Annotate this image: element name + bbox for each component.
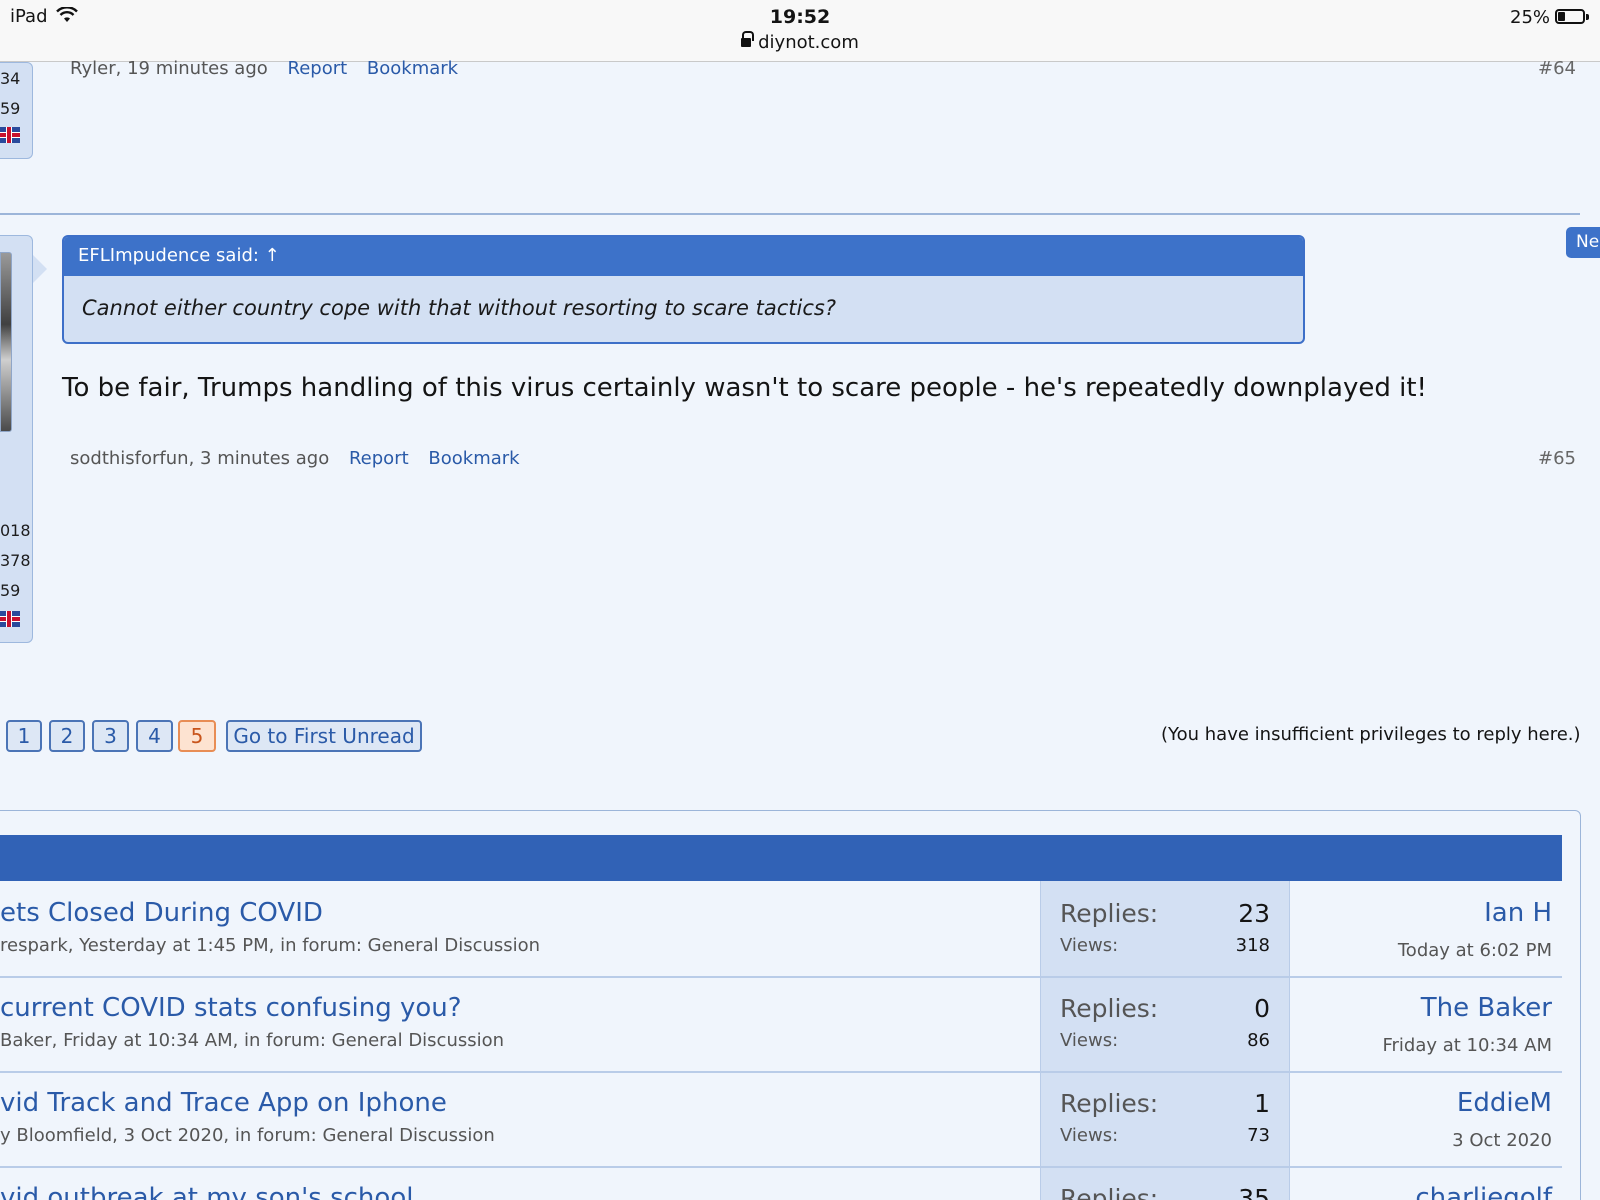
post-message: To be fair, Trumps handling of this viru… [62,373,1427,403]
user-stat: 34 [0,69,21,88]
report-link[interactable]: Report [288,58,348,79]
post-author[interactable]: sodthisforfun [70,448,189,469]
last-post-date[interactable]: Today at 6:02 PM [1398,940,1552,961]
thread-subtitle: Baker, Friday at 10:34 AM, in forum: Gen… [0,1030,505,1051]
clock: 19:52 [769,6,831,28]
last-poster-link[interactable]: Ian H [1484,898,1552,928]
last-post-date[interactable]: Friday at 10:34 AM [1382,1035,1552,1056]
thread-title-link[interactable]: vid outbreak at my son's school [0,1183,413,1200]
page-3-button[interactable]: 3 [92,720,129,752]
row-divider [0,1071,1562,1073]
views-count: 73 [1247,1125,1270,1146]
thread-subtitle: y Bloomfield, 3 Oct 2020, in forum: Gene… [0,1125,495,1146]
uk-flag-icon [0,611,20,627]
replies-count: 0 [1254,994,1270,1023]
bookmark-link[interactable]: Bookmark [428,448,519,469]
thread-title-link[interactable]: vid Track and Trace App on Iphone [0,1088,447,1118]
page-5-button[interactable]: 5 [178,720,216,752]
replies-count: 23 [1238,899,1270,928]
page-1-button[interactable]: 1 [6,720,42,752]
new-posts-button[interactable]: Ne [1566,227,1600,258]
quote-header[interactable]: EFLImpudence said: ↑ [64,237,1303,276]
user-stat: 59 [0,99,21,118]
status-bar: iPad 19:52 diynot.com 25% [0,0,1600,62]
quote-text: Cannot either country cope with that wit… [82,296,836,320]
bookmark-link[interactable]: Bookmark [367,58,458,79]
thread-title-link[interactable]: current COVID stats confusing you? [0,993,462,1023]
views-label: Views: [1060,1030,1119,1051]
views-count: 318 [1235,935,1270,956]
post-author[interactable]: Ryler [70,58,116,79]
row-divider [0,1166,1562,1168]
avatar[interactable] [0,252,12,432]
go-to-first-unread-button[interactable]: Go to First Unread [226,720,422,752]
replies-label: Replies: [1060,899,1159,928]
thread-subtitle: respark, Yesterday at 1:45 PM, in forum:… [0,935,541,956]
replies-count: 1 [1254,1089,1270,1118]
row-divider [0,976,1562,978]
post-divider [0,213,1580,215]
user-info-panel: 34 59 [0,62,33,159]
last-poster-link[interactable]: charliegolf [1415,1183,1552,1200]
similar-threads-header [0,835,1562,881]
report-link[interactable]: Report [349,448,409,469]
user-stat: 378 [0,551,31,570]
page-4-button[interactable]: 4 [136,720,173,752]
last-poster-link[interactable]: The Baker [1421,993,1552,1023]
battery-icon [1555,9,1589,24]
replies-label: Replies: [1060,1089,1159,1118]
thread-title-link[interactable]: ets Closed During COVID [0,898,323,928]
speech-arrow [33,255,47,283]
post-time: , 19 minutes ago [115,58,268,79]
post-number[interactable]: #65 [1538,448,1576,469]
post-meta: sodthisforfun, 3 minutes ago Report Book… [70,448,520,469]
views-count: 86 [1247,1030,1270,1051]
privileges-note: (You have insufficient privileges to rep… [1161,724,1581,745]
page-2-button[interactable]: 2 [49,720,85,752]
quote-block: EFLImpudence said: ↑ Cannot either count… [62,235,1305,344]
post-time: , 3 minutes ago [188,448,330,469]
uk-flag-icon [0,127,20,143]
views-label: Views: [1060,935,1119,956]
post-number[interactable]: #64 [1538,58,1576,79]
replies-count: 35 [1238,1184,1270,1200]
address-bar[interactable]: diynot.com [0,31,1600,53]
last-poster-link[interactable]: EddieM [1457,1088,1552,1118]
battery-percent: 25% [1510,7,1551,28]
url-text: diynot.com [758,32,859,53]
views-label: Views: [1060,1125,1119,1146]
post-meta: Ryler, 19 minutes ago Report Bookmark [70,58,458,79]
lock-icon [741,31,755,47]
user-stat: 018 [0,521,31,540]
replies-label: Replies: [1060,1184,1159,1200]
user-stat: 59 [0,581,21,600]
last-post-date[interactable]: 3 Oct 2020 [1452,1130,1552,1151]
replies-label: Replies: [1060,994,1159,1023]
